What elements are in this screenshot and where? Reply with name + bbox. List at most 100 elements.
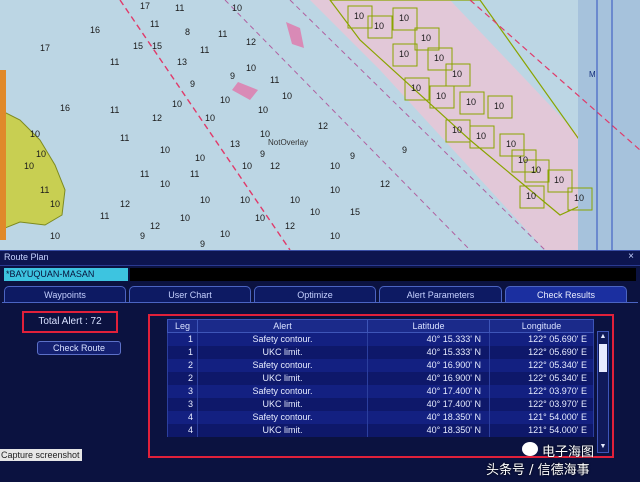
tab-alert-parameters[interactable]: Alert Parameters [379,286,502,302]
cell-depth-label: 10 [452,69,463,79]
depth-sounding: 15 [350,207,361,217]
tab-divider [2,302,638,303]
nautical-chart[interactable]: 17 11 10 11 8 11 16 15 15 11 12 17 11 13 10 9 11 10 9 10 10 1… [0,0,640,250]
depth-sounding: 10 [205,113,216,123]
depth-sounding: 12 [152,113,163,123]
deep-water-strip [578,0,640,250]
route-name-tab[interactable]: *BAYUQUAN-MASAN [4,268,128,281]
depth-sounding: 10 [220,229,231,239]
tab-optimize[interactable]: Optimize [254,286,376,302]
cell-depth-label: 10 [354,11,365,21]
table-row[interactable]: 2 Safety contour. 40° 16.900' N 122° 05.340… [167,359,594,372]
cell-longitude: 121° 54.000' E [489,424,594,437]
overlay-label: NotOverlay [268,138,309,147]
depth-sounding: 10 [310,207,321,217]
depth-sounding: 10 [258,105,269,115]
cell-depth-label: 10 [476,131,487,141]
depth-sounding: 11 [218,29,228,39]
cell-depth-label: 10 [399,49,410,59]
cell-depth-label: 10 [574,193,585,203]
check-results-table: Leg Alert Latitude Longitude 1 Safety con… [167,319,594,437]
depth-sounding: 12 [285,221,296,231]
depth-sounding: 11 [120,133,130,143]
cell-longitude: 121° 54.000' E [489,411,594,424]
tab-check-results[interactable]: Check Results [505,286,627,302]
cell-alert: Safety contour. [197,332,368,346]
column-header-leg[interactable]: Leg [167,319,198,333]
cell-leg: 3 [167,385,198,398]
table-row[interactable]: 4 Safety contour. 40° 18.350' N 121° 54.000… [167,411,594,424]
cell-alert: UKC limit. [197,346,368,359]
coast-strip [0,70,6,240]
depth-sounding: 10 [50,231,61,241]
cell-depth-label: 10 [411,83,422,93]
tab-user-chart[interactable]: User Chart [129,286,251,302]
depth-sounding: 10 [200,195,211,205]
depth-sounding: 10 [220,95,231,105]
depth-sounding: 11 [110,57,120,67]
depth-sounding: 12 [270,161,281,171]
depth-sounding: 9 [260,149,266,159]
table-row[interactable]: 2 UKC limit. 40° 16.900' N 122° 05.340' E [167,372,594,385]
close-icon[interactable]: × [628,251,634,262]
depth-sounding: 10 [255,213,266,223]
depth-sounding: 10 [195,153,206,163]
cell-leg: 3 [167,398,198,411]
cell-depth-label: 10 [526,191,537,201]
depth-sounding: 10 [180,213,191,223]
panel-titlebar[interactable]: Route Plan × [0,251,640,266]
cell-alert: UKC limit. [197,398,368,411]
capture-screenshot-label[interactable]: Capture screenshot [0,449,82,461]
depth-sounding: 10 [172,99,183,109]
cell-latitude: 40° 16.900' N [367,372,490,385]
scroll-thumb[interactable] [599,344,607,372]
cell-latitude: 40° 16.900' N [367,359,490,372]
depth-sounding: 9 [350,151,356,161]
depth-sounding: 13 [230,139,241,149]
table-row[interactable]: 3 Safety contour. 40° 17.400' N 122° 03.970… [167,385,594,398]
depth-sounding: 11 [100,211,110,221]
scroll-up-icon[interactable]: ▲ [598,332,608,342]
depth-sounding: 10 [330,231,341,241]
cell-alert: UKC limit. [197,372,368,385]
tab-waypoints[interactable]: Waypoints [4,286,126,302]
depth-sounding: 10 [282,91,293,101]
cell-depth-label: 10 [436,91,447,101]
results-scrollbar[interactable]: ▲ ▼ [597,331,609,453]
depth-sounding: 15 [152,41,163,51]
table-row[interactable]: 3 UKC limit. 40° 17.400' N 122° 03.970' E [167,398,594,411]
cell-depth-label: 10 [554,175,565,185]
panel-title: Route Plan [4,252,49,262]
depth-sounding: 12 [318,121,329,131]
watermark: 电子海图 头条号 / 信德海事 [486,440,638,478]
depth-sounding: 17 [140,1,151,11]
column-header-longitude[interactable]: Longitude [489,319,594,333]
depth-sounding: 10 [160,179,171,189]
cell-alert: Safety contour. [197,359,368,372]
cell-latitude: 40° 15.333' N [367,346,490,359]
depth-sounding: 10 [240,195,251,205]
depth-sounding: 11 [200,45,210,55]
check-route-button[interactable]: Check Route [37,341,121,355]
table-row[interactable]: 1 Safety contour. 40° 15.333' N 122° 05.690… [167,332,594,346]
cell-depth-label: 10 [452,125,463,135]
depth-sounding: 9 [200,239,206,249]
depth-sounding: 9 [190,79,196,89]
depth-sounding: 11 [110,105,120,115]
depth-sounding: 10 [330,161,341,171]
cell-depth-label: 10 [518,155,529,165]
wechat-logo-icon [522,442,538,456]
column-header-alert[interactable]: Alert [197,319,368,333]
table-row[interactable]: 1 UKC limit. 40° 15.333' N 122° 05.690' E [167,346,594,359]
depth-sounding: 10 [232,3,243,13]
depth-sounding: 12 [246,37,257,47]
column-header-latitude[interactable]: Latitude [367,319,490,333]
table-header-row: Leg Alert Latitude Longitude [167,319,594,333]
table-row[interactable]: 4 UKC limit. 40° 18.350' N 121° 54.000' E [167,424,594,437]
depth-sounding: 10 [24,161,35,171]
cell-leg: 4 [167,411,198,424]
cell-depth-label: 10 [399,13,410,23]
chart-edge-letter: M [589,70,596,79]
depth-sounding: 11 [150,19,160,29]
depth-sounding: 10 [330,185,341,195]
